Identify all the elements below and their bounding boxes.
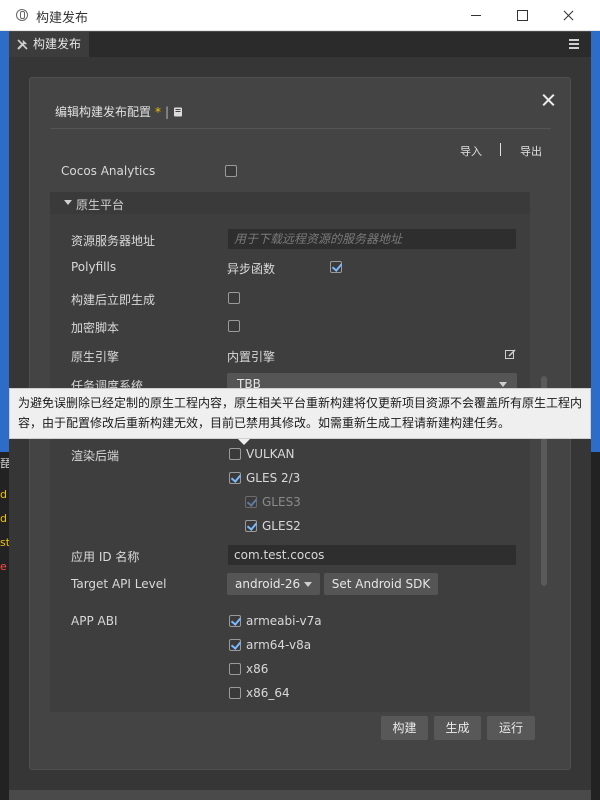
background-window-left: d d st e 琵 bbox=[0, 0, 9, 800]
background-peek-text: st bbox=[0, 537, 9, 549]
dialog-title: 编辑构建发布配置 * | bbox=[55, 103, 183, 120]
minimize-button[interactable] bbox=[453, 0, 499, 31]
make-button[interactable]: 生成 bbox=[434, 716, 481, 740]
build-button[interactable]: 构建 bbox=[381, 716, 428, 740]
import-button[interactable]: 导入 bbox=[460, 143, 482, 159]
panel-menu-icon[interactable] bbox=[569, 38, 581, 50]
gles23-checkbox[interactable] bbox=[229, 472, 241, 484]
panel-tabbar: 构建发布 bbox=[9, 32, 591, 57]
background-peek-text: e bbox=[0, 561, 7, 573]
tab-label: 构建发布 bbox=[33, 37, 82, 51]
encrypt-script-checkbox[interactable] bbox=[228, 320, 240, 332]
native-engine-value: 内置引擎 bbox=[227, 350, 276, 364]
resource-server-label: 资源服务器地址 bbox=[71, 234, 156, 248]
divider bbox=[500, 143, 501, 156]
app-id-input[interactable]: com.test.cocos bbox=[227, 544, 517, 566]
cocos-analytics-label: Cocos Analytics bbox=[61, 164, 156, 178]
armeabi-v7a-checkbox[interactable] bbox=[229, 615, 241, 627]
x86-64-checkbox[interactable] bbox=[229, 687, 241, 699]
native-engine-label: 原生引擎 bbox=[71, 350, 120, 364]
render-backend-label: 渲染后端 bbox=[71, 449, 120, 463]
chevron-down-icon bbox=[304, 582, 312, 587]
tab-build-publish[interactable]: 构建发布 bbox=[9, 32, 90, 57]
x86-64-label: x86_64 bbox=[246, 686, 290, 700]
target-api-select[interactable]: android-26 bbox=[227, 573, 320, 595]
gles2-checkbox[interactable] bbox=[245, 520, 257, 532]
chevron-down-icon bbox=[499, 382, 507, 387]
gles3-label: GLES3 bbox=[262, 495, 301, 509]
build-immediately-label: 构建后立即生成 bbox=[71, 293, 156, 307]
window-titlebar: 构建发布 bbox=[0, 0, 600, 31]
gles3-checkbox[interactable] bbox=[245, 496, 257, 508]
dialog-close-icon[interactable] bbox=[541, 92, 557, 108]
book-icon[interactable] bbox=[173, 107, 183, 117]
caret-down-icon bbox=[64, 200, 72, 205]
target-api-value: android-26 bbox=[235, 577, 301, 591]
background-window-right: a bbox=[591, 0, 600, 800]
native-platform-section: 原生平台 资源服务器地址 用于下载远程资源的服务器地址 Polyfills 异步… bbox=[50, 192, 530, 712]
x86-label: x86 bbox=[246, 662, 269, 676]
run-button[interactable]: 运行 bbox=[487, 716, 535, 740]
async-functions-checkbox[interactable] bbox=[330, 261, 342, 273]
dialog-title-text: 编辑构建发布配置 bbox=[55, 105, 152, 119]
edit-icon[interactable] bbox=[505, 349, 516, 360]
polyfills-label: Polyfills bbox=[71, 260, 117, 274]
armeabi-v7a-label: armeabi-v7a bbox=[246, 614, 322, 628]
tooltip-arrow bbox=[238, 439, 250, 445]
modified-marker: * bbox=[155, 105, 162, 119]
encrypt-script-label: 加密脚本 bbox=[71, 321, 120, 335]
window-title: 构建发布 bbox=[36, 11, 89, 26]
background-peek-text: d bbox=[0, 489, 7, 501]
background-peek-text: d bbox=[0, 513, 7, 525]
app-abi-label: APP ABI bbox=[71, 614, 118, 628]
divider bbox=[51, 128, 551, 129]
tooltip: 为避免误删除已经定制的原生工程内容，原生相关平台重新构建将仅更新项目资源不会覆盖… bbox=[9, 388, 591, 445]
tooltip-text: 为避免误删除已经定制的原生工程内容，原生相关平台重新构建将仅更新项目资源不会覆盖… bbox=[18, 396, 583, 430]
gles23-label: GLES 2/3 bbox=[246, 471, 301, 485]
async-functions-label: 异步函数 bbox=[227, 262, 276, 276]
section-title: 原生平台 bbox=[76, 198, 125, 212]
vulkan-label: VULKAN bbox=[246, 447, 295, 461]
maximize-button[interactable] bbox=[499, 0, 545, 31]
vulkan-checkbox[interactable] bbox=[229, 448, 241, 460]
arm64-v8a-label: arm64-v8a bbox=[246, 638, 312, 652]
resource-server-input[interactable]: 用于下载远程资源的服务器地址 bbox=[227, 228, 517, 250]
target-api-label: Target API Level bbox=[71, 577, 167, 591]
app-id-label: 应用 ID 名称 bbox=[71, 550, 140, 564]
export-button[interactable]: 导出 bbox=[520, 143, 542, 159]
background-peek-text: 琵 bbox=[0, 458, 9, 470]
arm64-v8a-checkbox[interactable] bbox=[229, 639, 241, 651]
app-icon bbox=[16, 9, 28, 21]
title-separator: | bbox=[165, 105, 170, 119]
tools-icon bbox=[17, 39, 28, 50]
set-android-sdk-button[interactable]: Set Android SDK bbox=[324, 573, 438, 595]
cocos-analytics-checkbox[interactable] bbox=[225, 165, 237, 177]
native-platform-header[interactable]: 原生平台 bbox=[50, 192, 530, 214]
gles2-label: GLES2 bbox=[262, 519, 301, 533]
build-immediately-checkbox[interactable] bbox=[228, 292, 240, 304]
close-window-button[interactable] bbox=[545, 0, 591, 31]
x86-checkbox[interactable] bbox=[229, 663, 241, 675]
